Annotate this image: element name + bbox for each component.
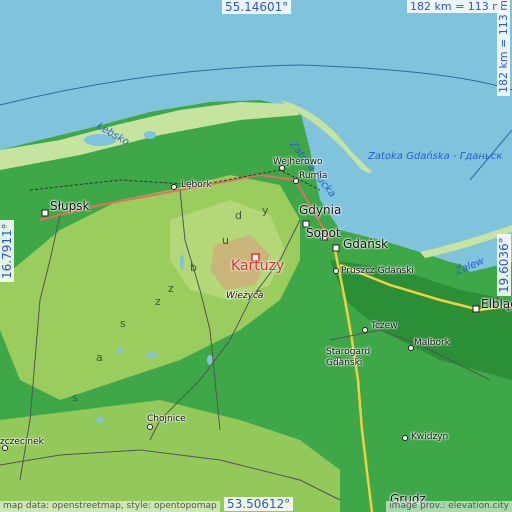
marker-chojnice: [147, 424, 153, 430]
city-label-wejherowo[interactable]: Wejherowo: [273, 158, 323, 167]
city-label-sopot[interactable]: Sopot: [306, 227, 341, 239]
city-label-kartuzy[interactable]: Kartuzy: [231, 259, 284, 273]
region-letter: z: [168, 282, 174, 295]
coord-bottom: 53.50612°: [224, 497, 294, 511]
city-label-pruszcz[interactable]: Pruszcz Gdański: [341, 267, 414, 276]
attribution-right: image prov.: elevation.city: [386, 501, 512, 512]
city-label-kwidzyn[interactable]: Kwidzyn: [411, 433, 448, 442]
marker-lebork: [171, 184, 177, 190]
marker-slupsk: [41, 209, 49, 217]
region-letter: u: [222, 234, 229, 247]
coord-right: 19.6036°: [497, 234, 511, 296]
city-label-lebork[interactable]: Lębork: [181, 181, 212, 190]
coord-left: 16.7911°: [0, 220, 14, 282]
city-label-rumia[interactable]: Rumia: [299, 172, 327, 181]
marker-elblag: [472, 305, 480, 313]
region-letter: s: [72, 391, 78, 404]
marker-gdansk: [332, 244, 340, 252]
marker-malbork: [408, 345, 414, 351]
peak-label-wiezyca[interactable]: Wieżyca: [226, 292, 263, 301]
marker-tczew: [362, 327, 368, 333]
attribution-left: map data: openstreetmap, style: opentopo…: [0, 501, 220, 512]
region-letter: s: [120, 317, 126, 330]
city-label-elblag[interactable]: Elbląg: [481, 298, 512, 310]
city-label-szczecinek[interactable]: zczecinek: [0, 438, 44, 447]
city-label-tczew[interactable]: Tczew: [371, 322, 398, 331]
city-label-malbork[interactable]: Malbork: [414, 339, 450, 348]
city-label-slupsk[interactable]: Słupsk: [50, 200, 89, 212]
city-label-gdansk[interactable]: Gdańsk: [343, 238, 388, 250]
map-viewport[interactable]: Łebsko Zatoka Pucka Zatoka Gdańska - Гда…: [0, 0, 512, 512]
city-label-chojnice[interactable]: Chojnice: [147, 415, 186, 424]
marker-pruszcz: [333, 268, 339, 274]
zatoka-gdanska-label: Zatoka Gdańska - Гданьск: [368, 151, 503, 162]
scale-horizontal: 182 km = 113 mi: [407, 0, 510, 13]
marker-rumia: [293, 178, 299, 184]
marker-kwidzyn: [402, 435, 408, 441]
region-letter: b: [190, 261, 197, 274]
region-letter: y: [262, 204, 269, 217]
region-letter: d: [235, 209, 242, 222]
coord-top: 55.14601°: [222, 0, 292, 14]
region-letter: z: [155, 295, 161, 308]
region-letter: a: [96, 351, 103, 364]
scale-vertical: 182 km = 113 mi: [497, 0, 510, 96]
city-label-gdynia[interactable]: Gdynia: [299, 204, 341, 216]
city-label-starogard[interactable]: Starogard Gdański: [326, 347, 370, 369]
